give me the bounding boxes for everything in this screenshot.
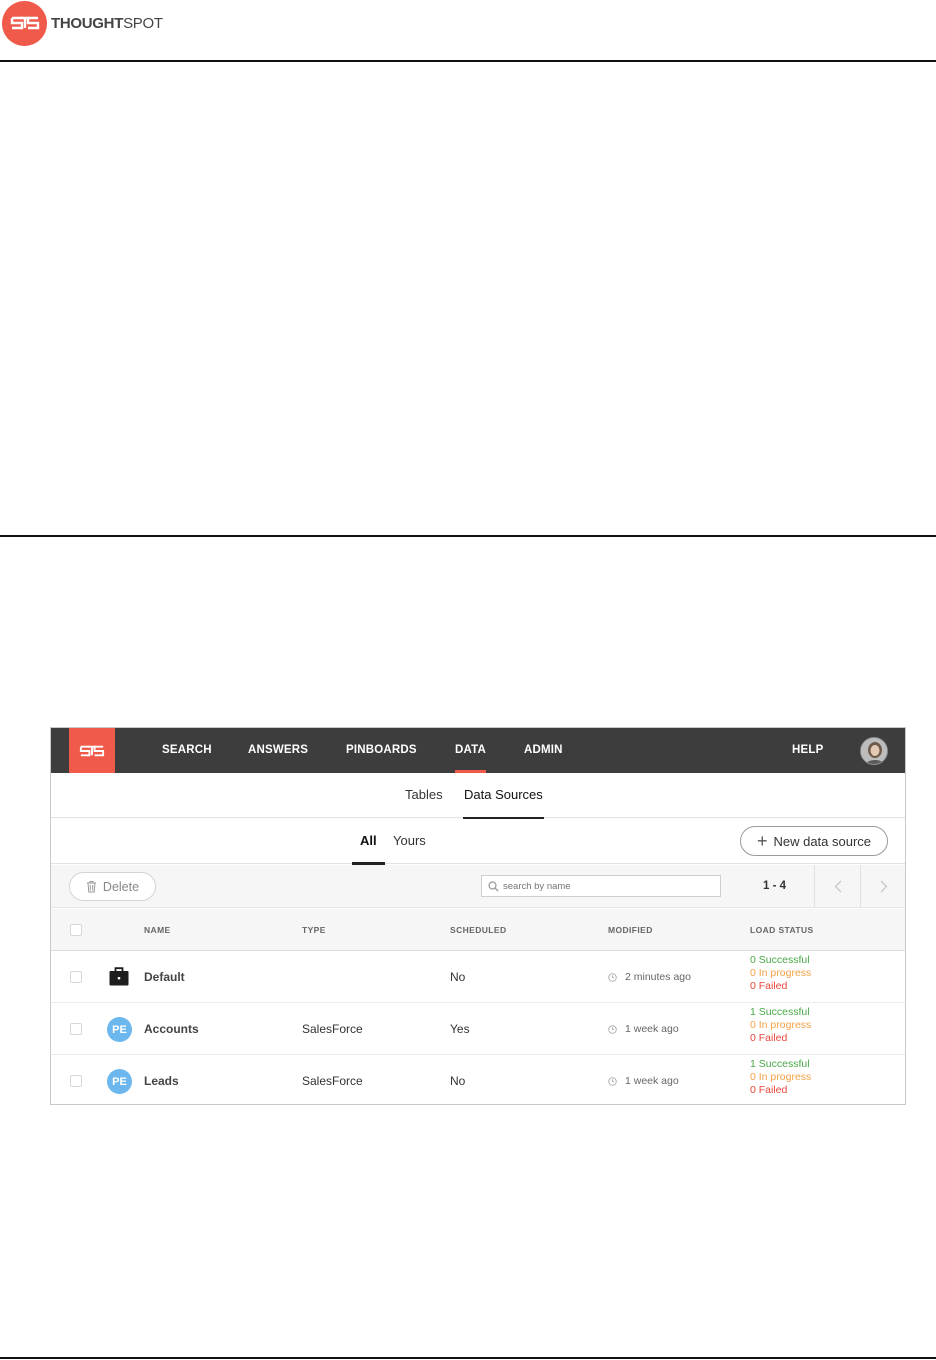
delete-label: Delete	[102, 879, 140, 894]
tab-data-sources[interactable]: Data Sources	[463, 773, 544, 819]
header-rule	[0, 60, 936, 62]
row-load-status: 1 Successful 0 In progress 0 Failed	[750, 1058, 811, 1097]
modified-text: 1 week ago	[625, 1075, 679, 1087]
new-data-source-label: New data source	[773, 833, 872, 849]
section-rule	[0, 535, 936, 537]
nav-search[interactable]: SEARCH	[162, 728, 212, 773]
table-body: Default No 2 minutes ago 0 Successful 0 …	[51, 951, 905, 1104]
prev-page-button[interactable]	[814, 865, 860, 908]
data-source-badge: PE	[107, 1017, 132, 1042]
data-source-badge: PE	[107, 1069, 132, 1094]
thoughtspot-logo-icon	[2, 0, 47, 46]
search-icon	[488, 880, 499, 891]
col-name[interactable]: NAME	[144, 909, 171, 951]
row-load-status: 1 Successful 0 In progress 0 Failed	[750, 1006, 811, 1045]
status-successful: 1 Successful	[750, 1058, 810, 1070]
nav-data[interactable]: DATA	[455, 728, 487, 773]
row-modified: 1 week ago	[608, 1023, 679, 1035]
modified-text: 2 minutes ago	[625, 971, 691, 983]
filter-bar: All Yours + New data source	[51, 819, 905, 865]
briefcase-icon	[109, 967, 129, 986]
status-in-progress: 0 In progress	[750, 967, 812, 979]
search-input[interactable]	[503, 880, 703, 892]
next-page-button[interactable]	[860, 865, 905, 908]
col-load-status[interactable]: LOAD STATUS	[750, 909, 814, 951]
search-box	[481, 875, 721, 897]
row-scheduled: Yes	[450, 1022, 470, 1036]
filter-yours[interactable]: Yours	[393, 819, 426, 864]
status-successful: 1 Successful	[750, 1006, 810, 1018]
status-failed: 0 Failed	[750, 980, 788, 992]
col-scheduled[interactable]: SCHEDULED	[450, 909, 507, 951]
action-bar: Delete 1 - 4	[51, 865, 905, 908]
trash-icon	[86, 881, 96, 893]
nav-admin[interactable]: ADMIN	[524, 728, 563, 773]
clock-icon	[608, 1076, 617, 1086]
nav-answers[interactable]: ANSWERS	[248, 728, 308, 773]
row-scheduled: No	[450, 1074, 466, 1088]
row-type: SalesForce	[302, 1074, 363, 1088]
row-modified: 1 week ago	[608, 1075, 679, 1087]
row-name[interactable]: Leads	[144, 1074, 179, 1088]
row-checkbox[interactable]	[70, 971, 82, 983]
footer-rule	[0, 1357, 936, 1359]
new-data-source-button[interactable]: + New data source	[740, 826, 888, 856]
user-avatar[interactable]	[860, 737, 888, 765]
pager-count: 1 - 4	[763, 880, 787, 892]
chevron-left-icon	[834, 880, 841, 893]
status-in-progress: 0 In progress	[750, 1071, 812, 1083]
sub-tabs: Tables Data Sources	[51, 773, 905, 819]
clock-icon	[608, 1024, 617, 1034]
plus-icon: +	[756, 831, 768, 851]
top-nav-bar: SEARCH ANSWERS PINBOARDS DATA ADMIN HELP	[51, 728, 905, 773]
table-row[interactable]: PE Leads SalesForce No 1 week ago 1 Succ…	[51, 1055, 905, 1104]
select-all-checkbox[interactable]	[70, 924, 82, 936]
nav-pinboards[interactable]: PINBOARDS	[346, 728, 417, 773]
row-name[interactable]: Accounts	[144, 1022, 199, 1036]
chevron-right-icon	[880, 880, 887, 893]
row-type: SalesForce	[302, 1022, 363, 1036]
thoughtspot-doc-logo: THOUGHTSPOT	[2, 0, 163, 46]
status-successful: 0 Successful	[750, 954, 810, 966]
tab-tables[interactable]: Tables	[405, 773, 443, 818]
col-type[interactable]: TYPE	[302, 909, 326, 951]
row-checkbox[interactable]	[70, 1023, 82, 1035]
nav-help[interactable]: HELP	[792, 728, 823, 773]
row-modified: 2 minutes ago	[608, 971, 691, 983]
logo-wordmark: THOUGHTSPOT	[51, 14, 163, 32]
col-modified[interactable]: MODIFIED	[608, 909, 653, 951]
table-row[interactable]: Default No 2 minutes ago 0 Successful 0 …	[51, 951, 905, 1003]
table-header: NAME TYPE SCHEDULED MODIFIED LOAD STATUS	[51, 909, 905, 951]
status-failed: 0 Failed	[750, 1032, 788, 1044]
clock-icon	[608, 972, 617, 982]
modified-text: 1 week ago	[625, 1023, 679, 1035]
row-load-status: 0 Successful 0 In progress 0 Failed	[750, 954, 811, 993]
row-scheduled: No	[450, 970, 466, 984]
delete-button[interactable]: Delete	[69, 872, 156, 901]
row-checkbox[interactable]	[70, 1075, 82, 1087]
filter-all[interactable]: All	[352, 819, 385, 865]
status-failed: 0 Failed	[750, 1084, 788, 1096]
row-name[interactable]: Default	[144, 970, 185, 984]
data-sources-screenshot: SEARCH ANSWERS PINBOARDS DATA ADMIN HELP…	[50, 727, 906, 1105]
status-in-progress: 0 In progress	[750, 1019, 812, 1031]
table-row[interactable]: PE Accounts SalesForce Yes 1 week ago 1 …	[51, 1003, 905, 1055]
app-logo-icon[interactable]	[69, 728, 115, 773]
